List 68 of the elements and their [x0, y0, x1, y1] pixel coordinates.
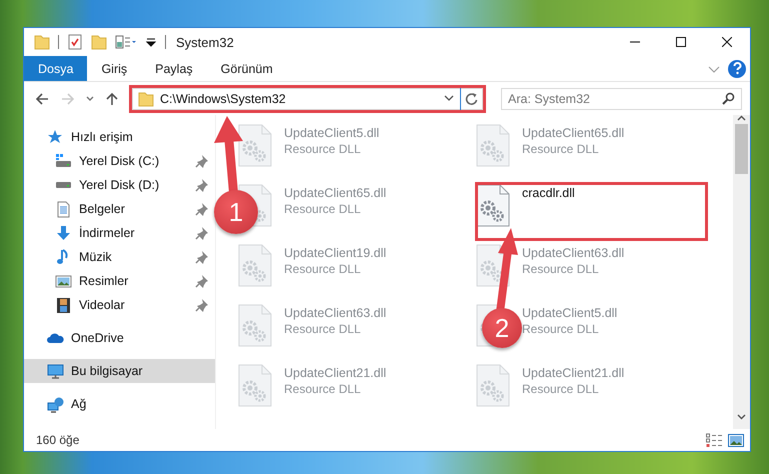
sidebar-item[interactable]: Belgeler — [24, 197, 215, 221]
sidebar-item-label: Bu bilgisayar — [71, 364, 144, 378]
ribbon-tab[interactable]: Paylaş — [141, 56, 207, 81]
ribbon-tab[interactable]: Dosya — [24, 56, 88, 81]
sidebar-item-label: Ağ — [71, 397, 88, 411]
sidebar-item-label: Resimler — [79, 274, 130, 288]
file-type: Resource DLL — [522, 262, 600, 276]
sidebar-item[interactable]: Resimler — [24, 269, 215, 293]
sidebar-item[interactable]: Ağ — [24, 392, 215, 416]
sidebar-item-label: Hızlı erişim — [71, 130, 134, 144]
search-field[interactable]: Ara: System32 — [501, 88, 742, 110]
sidebar-item-label: Müzik — [79, 250, 113, 264]
file-type: Resource DLL — [522, 142, 600, 156]
file-type: Resource DLL — [522, 382, 600, 396]
large-icons-view-icon[interactable] — [728, 432, 744, 448]
forward-arrow-icon — [60, 92, 75, 106]
scrollbar-thumb[interactable] — [735, 124, 748, 174]
file-type: Resource DLL — [522, 322, 600, 336]
file-type: Resource DLL — [284, 202, 362, 216]
close-icon — [722, 37, 732, 47]
file-name[interactable]: cracdlr.dll — [522, 186, 575, 200]
maximize-icon — [676, 37, 686, 47]
sidebar-item[interactable]: Hızlı erişim — [24, 125, 215, 149]
sidebar-item[interactable]: Videolar — [24, 293, 215, 317]
network-icon — [47, 396, 64, 412]
drive-icon — [55, 181, 72, 189]
details-view-icon[interactable] — [706, 432, 722, 448]
ribbon-tab[interactable]: Görünüm — [206, 56, 287, 81]
sidebar-item[interactable]: Bu bilgisayar — [24, 359, 215, 383]
sidebar-item[interactable]: Yerel Disk (D:) — [24, 173, 215, 197]
question-mark-icon — [730, 62, 744, 75]
folder-icon — [138, 90, 154, 106]
drive-icon — [55, 152, 72, 170]
download-arrow-icon — [55, 224, 72, 242]
search-icon — [722, 92, 735, 105]
film-strip-icon — [55, 296, 72, 314]
up-arrow-icon — [105, 92, 119, 106]
refresh-icon — [465, 92, 478, 105]
sidebar-item-label: Belgeler — [79, 202, 126, 216]
sidebar-item-label: Videolar — [79, 298, 126, 312]
back-arrow-icon — [35, 92, 50, 106]
sidebar-item[interactable]: Müzik — [24, 245, 215, 269]
document-icon — [55, 200, 72, 218]
file-type: Resource DLL — [284, 262, 362, 276]
item-count: 160 öğe — [36, 433, 80, 447]
sidebar-item[interactable]: Yerel Disk (C:) — [24, 149, 215, 173]
sidebar-item[interactable]: OneDrive — [24, 326, 215, 350]
file-type: Resource DLL — [284, 322, 362, 336]
picture-icon — [55, 272, 72, 290]
file-type: Resource DLL — [284, 382, 362, 396]
star-icon — [47, 128, 64, 146]
properties-icon[interactable] — [115, 34, 137, 50]
window-title: System32 — [176, 34, 235, 50]
monitor-icon — [47, 362, 64, 380]
dropdown-caret-icon[interactable] — [444, 95, 454, 102]
sidebar-item-label: Yerel Disk (D:) — [79, 178, 160, 192]
sidebar-item-label: Yerel Disk (C:) — [79, 154, 160, 168]
expand-ribbon-icon[interactable] — [708, 64, 720, 74]
sidebar-item-label: OneDrive — [71, 331, 125, 345]
checklist-icon[interactable] — [67, 34, 83, 50]
file-type: Resource DLL — [284, 142, 362, 156]
help-icon[interactable] — [728, 60, 746, 78]
sidebar-item-label: İndirmeler — [79, 226, 136, 240]
scrollbar[interactable] — [733, 115, 750, 429]
address-input[interactable]: C:\Windows\System32 — [160, 92, 438, 106]
sidebar-item[interactable]: İndirmeler — [24, 221, 215, 245]
ribbon-tab[interactable]: Giriş — [87, 56, 142, 81]
address-bar[interactable]: C:\Windows\System32 — [132, 88, 483, 110]
